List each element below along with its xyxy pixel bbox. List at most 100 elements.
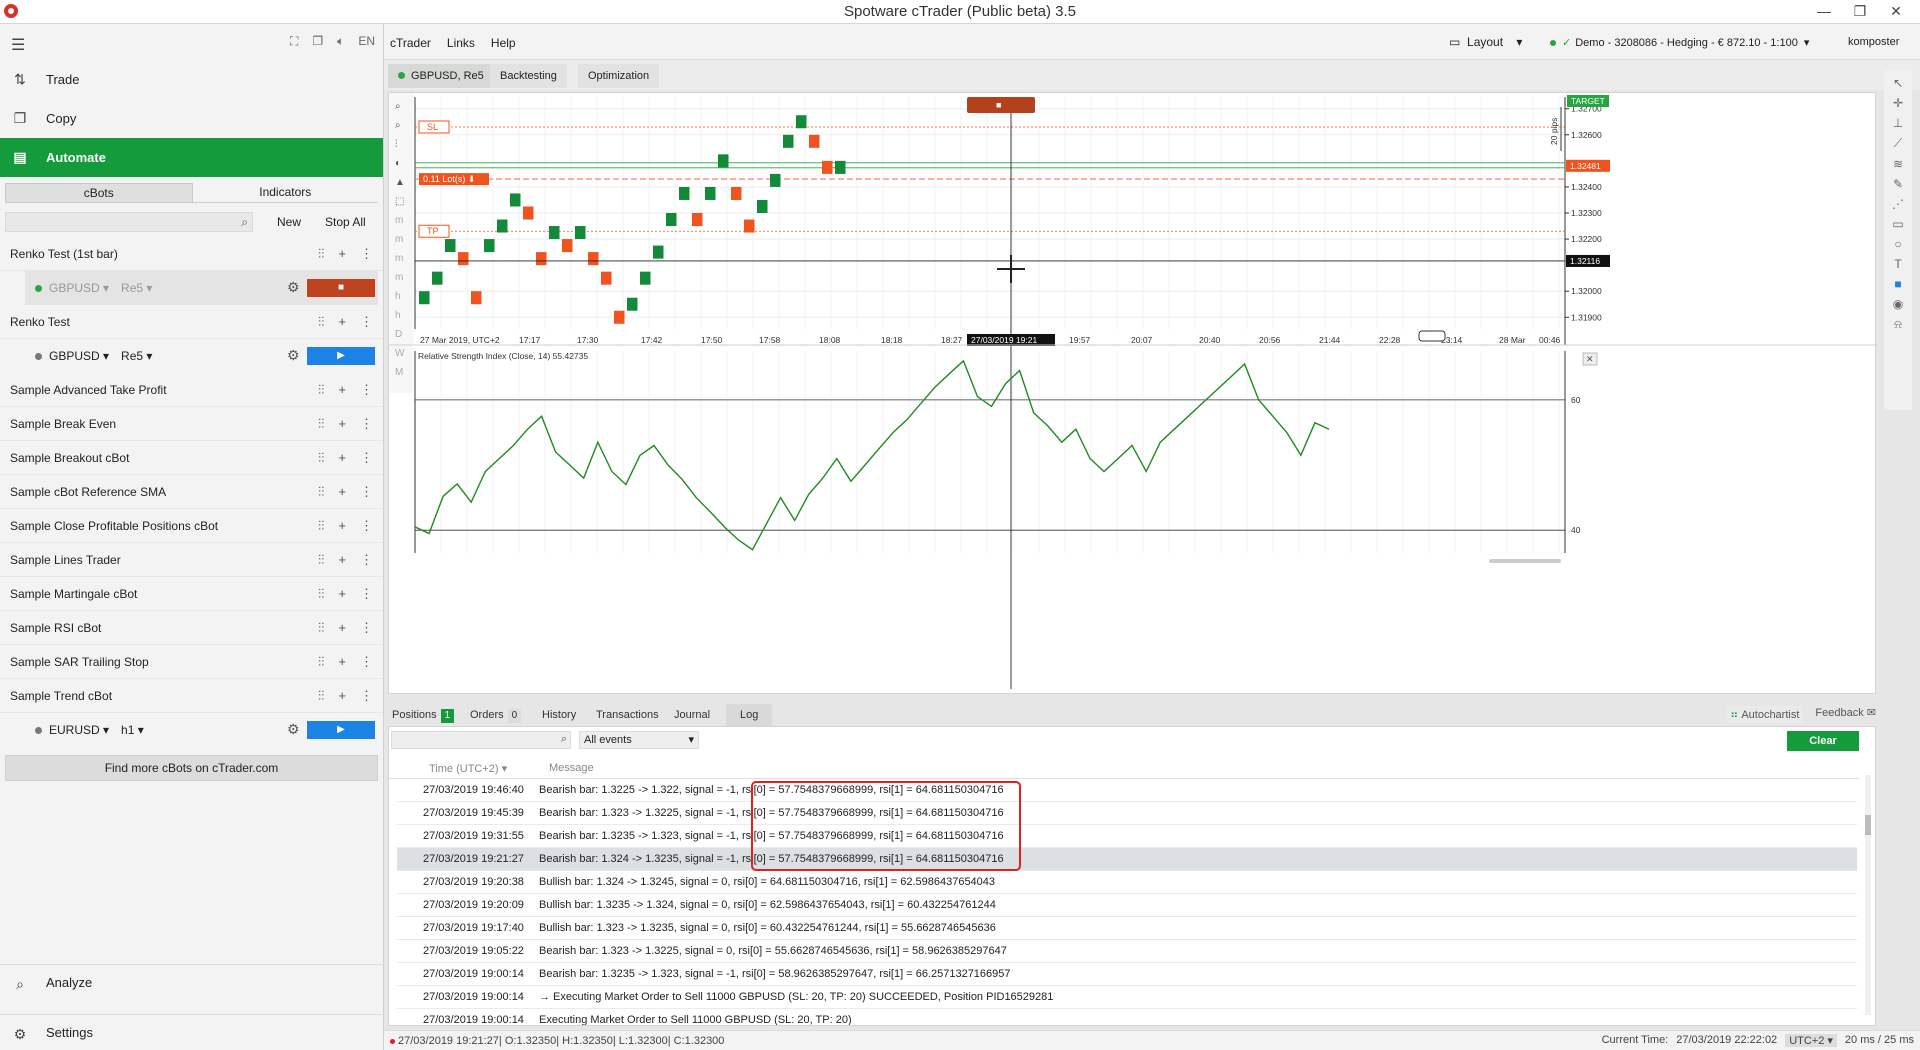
play-button[interactable]: ▶ [307,347,375,365]
cbot-row[interactable]: Sample cBot Reference SMA ⫶⫶ + ⋮ [0,475,383,509]
chart-area[interactable]: ⌕ ⌕ ⫶ ◐ ▲ ⬚ m m m m h h D W M SL TP 0.11 Lot(s) ⬇ ■ 1.32700… [388,92,1877,694]
more-options-icon[interactable]: ⋮ [360,246,373,262]
log-row[interactable]: 27/03/2019 19:00:14 Bearish bar: 1.3235 -… [397,963,1857,986]
add-instance-icon[interactable]: + [338,620,346,636]
add-instance-icon[interactable]: + [338,416,346,432]
sound-icon[interactable]: 🔈︎ [337,34,344,49]
pointer-icon[interactable]: ↖ [1893,76,1903,90]
tab-orders[interactable]: Orders 0 [464,704,527,726]
cbot-row[interactable]: Sample RSI cBot ⫶⫶ + ⋮ [0,611,383,645]
log-row[interactable]: 27/03/2019 19:05:22 Bearish bar: 1.323 ->… [397,940,1857,963]
nav-settings[interactable]: ⚙ Settings [0,1014,384,1050]
cbot-row[interactable]: Sample Break Even ⫶⫶ + ⋮ [0,407,383,441]
cbot-row[interactable]: Renko Test (1st bar) ⫶⫶ + ⋮ [0,237,383,271]
language-icon[interactable]: EN [358,34,375,49]
instances-icon[interactable]: ⫶⫶ [318,586,325,602]
nav-analyze[interactable]: ⌕ Analyze [0,964,384,1000]
add-instance-icon[interactable]: + [338,654,346,670]
instances-icon[interactable]: ⫶⫶ [318,382,325,398]
instance-timeframe-select[interactable]: Re5 ▾ [121,281,152,295]
log-row[interactable]: 27/03/2019 19:46:40 Bearish bar: 1.3225 -… [397,779,1857,802]
log-row[interactable]: 27/03/2019 19:00:14 Executing Market Orde… [397,1009,1857,1025]
cbot-instance-row[interactable]: GBPUSD ▾ Re5 ▾ ⚙ ■ [25,271,378,305]
instances-icon[interactable]: ⫶⫶ [318,450,325,466]
menu-help[interactable]: Help [491,36,516,50]
restore-icon[interactable]: ❐ [1842,2,1878,20]
add-instance-icon[interactable]: + [338,382,346,398]
user-name[interactable]: komposter [1848,36,1899,48]
cbot-instance-row[interactable]: GBPUSD ▾ Re5 ▾ ⚙ ▶ [0,339,383,373]
log-row[interactable]: 27/03/2019 19:31:55 Bearish bar: 1.3235 -… [397,825,1857,848]
detach-icon[interactable]: ❐ [312,34,323,49]
more-options-icon[interactable]: ⋮ [360,484,373,500]
log-row[interactable]: 27/03/2019 19:20:09 Bullish bar: 1.3235 -… [397,894,1857,917]
minimize-icon[interactable]: — [1806,2,1842,20]
tab-positions[interactable]: Positions 1 [386,704,460,726]
more-options-icon[interactable]: ⋮ [360,620,373,636]
instances-icon[interactable]: ⫶⫶ [318,518,325,534]
menu-ctrader[interactable]: cTrader [390,36,431,50]
more-options-icon[interactable]: ⋮ [360,688,373,704]
cbot-row[interactable]: Sample Lines Trader ⫶⫶ + ⋮ [0,543,383,577]
instances-icon[interactable]: ⫶⫶ [318,552,325,568]
cbot-row[interactable]: Sample Trend cBot ⫶⫶ + ⋮ [0,679,383,713]
gear-icon[interactable]: ⚙ [287,721,300,738]
tab-journal[interactable]: Journal [668,704,716,726]
event-filter-select[interactable]: All events ▾ [579,731,699,749]
pattern-icon[interactable]: ⋰ [1892,197,1904,211]
fullscreen-icon[interactable]: ⛶ [290,34,298,49]
tab-optimization[interactable]: Optimization [578,64,660,88]
tab-log[interactable]: Log [726,704,773,726]
stop-all-button[interactable]: Stop All [325,215,366,229]
nav-automate[interactable]: ▤ Automate [0,138,383,177]
tab-backtesting[interactable]: Backtesting [490,64,567,88]
rectangle-icon[interactable]: ▭ [1892,217,1903,231]
cbot-row[interactable]: Sample Breakout cBot ⫶⫶ + ⋮ [0,441,383,475]
instances-icon[interactable]: ⫶⫶ [318,246,325,262]
close-icon[interactable]: ✕ [1878,2,1914,20]
more-options-icon[interactable]: ⋮ [360,654,373,670]
tab-history[interactable]: History [536,704,582,726]
add-instance-icon[interactable]: + [338,518,346,534]
instance-timeframe-select[interactable]: h1 ▾ [121,723,144,737]
crosshair-icon[interactable]: ✛ [1893,96,1903,110]
cbot-search-input[interactable]: ⌕ [5,212,253,232]
cbot-instance-row[interactable]: EURUSD ▾ h1 ▾ ⚙ ▶ [0,713,383,747]
log-search-input[interactable]: ⌕ [391,731,571,749]
layout-dropdown[interactable]: ▭ Layout ▾ [1449,35,1522,49]
tab-chart-gbpusd[interactable]: GBPUSD, Re5 [388,64,494,88]
instances-icon[interactable]: ⫶⫶ [318,688,325,704]
cbot-row[interactable]: Renko Test ⫶⫶ + ⋮ [0,305,383,339]
cbot-row[interactable]: Sample Advanced Take Profit ⫶⫶ + ⋮ [0,373,383,407]
log-row[interactable]: 27/03/2019 19:17:40 Bullish bar: 1.323 ->… [397,917,1857,940]
circle-icon[interactable]: ○ [1894,237,1901,251]
instance-symbol-select[interactable]: GBPUSD ▾ [49,281,109,295]
play-button[interactable]: ▶ [307,721,375,739]
log-row[interactable]: 27/03/2019 19:21:27 Bearish bar: 1.324 ->… [397,848,1857,871]
stop-button[interactable]: ■ [307,279,375,297]
scrollbar-thumb[interactable] [1865,815,1871,835]
feedback-button[interactable]: Feedback ✉ [1815,706,1876,723]
fibonacci-icon[interactable]: ≋ [1893,157,1903,171]
nav-copy[interactable]: ❐ Copy [0,99,383,138]
camera-icon[interactable]: ◉ [1893,297,1903,311]
timezone-select[interactable]: UTC+2 ▾ [1785,1034,1837,1047]
account-selector[interactable]: ✓ Demo - 3208086 - Hedging - € 872.10 - 1… [1550,36,1809,49]
cbot-row[interactable]: Sample Close Profitable Positions cBot ⫶⫶… [0,509,383,543]
col-time[interactable]: Time (UTC+2) ▾ [429,762,507,775]
more-options-icon[interactable]: ⋮ [360,450,373,466]
menu-icon[interactable]: ☰ [11,35,25,55]
tab-indicators[interactable]: Indicators [192,183,378,203]
log-row[interactable]: 27/03/2019 19:45:39 Bearish bar: 1.323 ->… [397,802,1857,825]
add-instance-icon[interactable]: + [338,688,346,704]
gear-icon[interactable]: ⚙ [287,279,300,296]
more-options-icon[interactable]: ⋮ [360,314,373,330]
log-row[interactable]: 27/03/2019 19:20:38 Bullish bar: 1.324 ->… [397,871,1857,894]
add-instance-icon[interactable]: + [338,314,346,330]
add-instance-icon[interactable]: + [338,552,346,568]
cbot-row[interactable]: Sample SAR Trailing Stop ⫶⫶ + ⋮ [0,645,383,679]
more-options-icon[interactable]: ⋮ [360,382,373,398]
instances-icon[interactable]: ⫶⫶ [318,620,325,636]
add-instance-icon[interactable]: + [338,484,346,500]
more-options-icon[interactable]: ⋮ [360,416,373,432]
